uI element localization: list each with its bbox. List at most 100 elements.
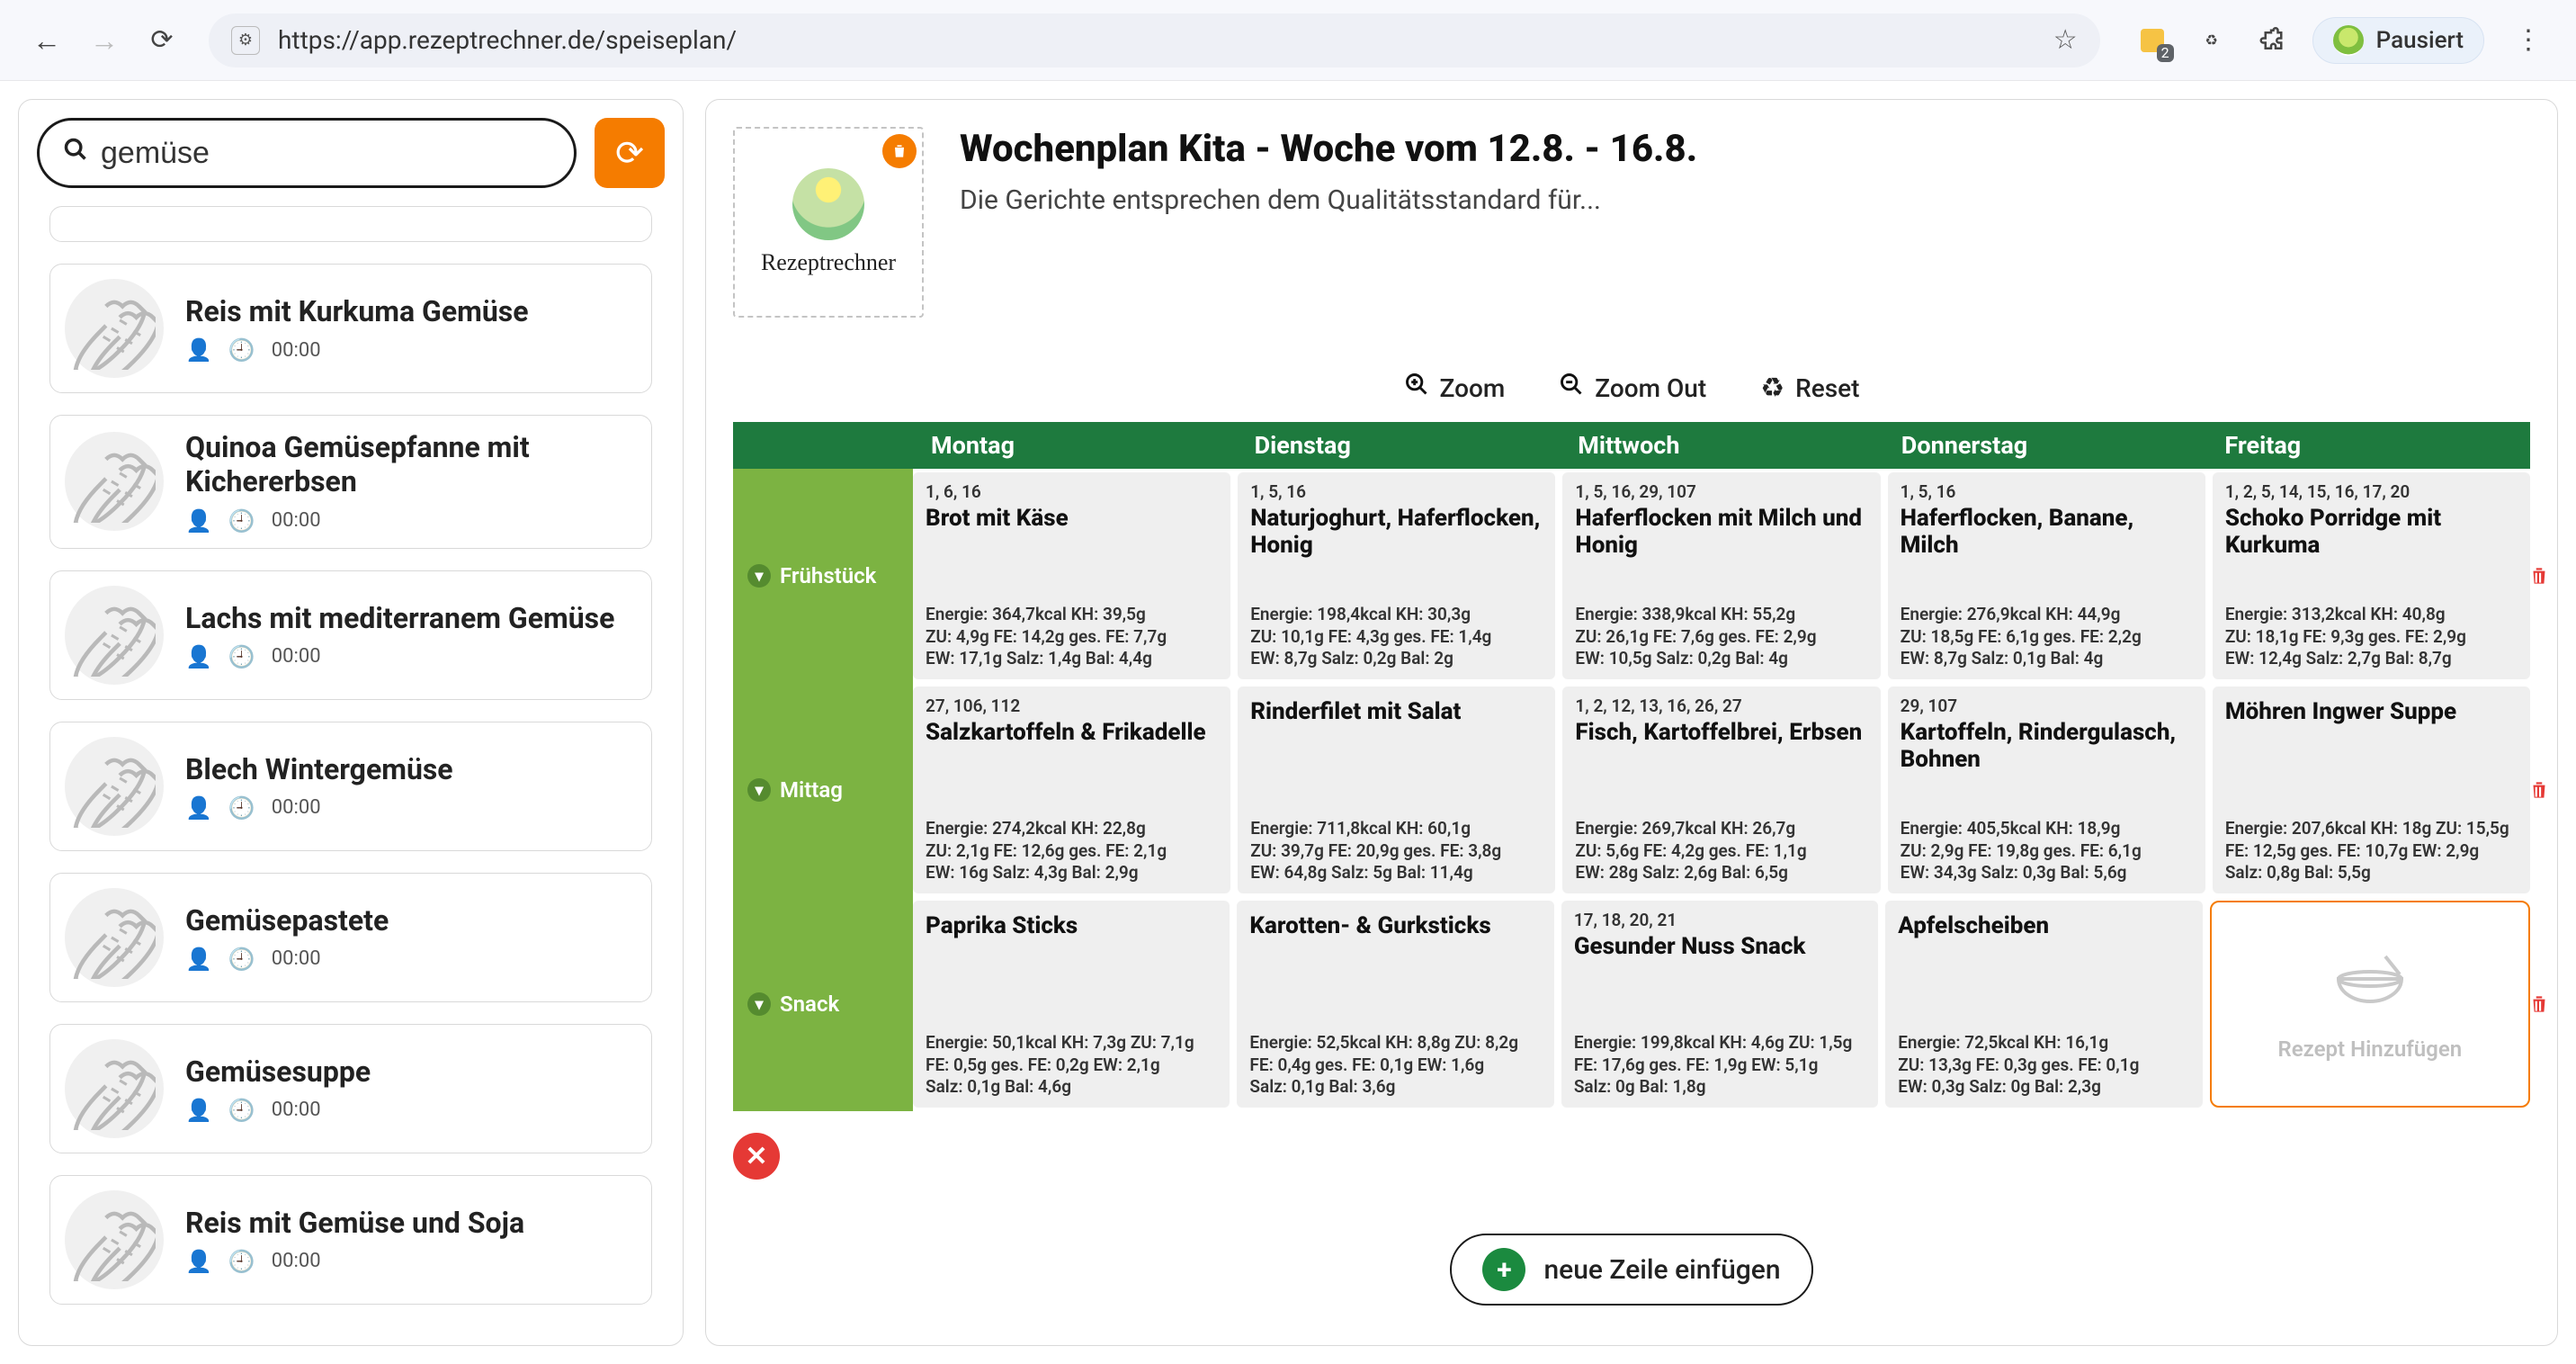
meal-cell[interactable]: 29, 107Kartoffeln, Rindergulasch, Bohnen… bbox=[1888, 686, 2205, 893]
meal-cell[interactable]: Rinderfilet mit Salat Energie: 711,8kcal … bbox=[1238, 686, 1555, 893]
clock-icon: 🕘 bbox=[228, 337, 255, 363]
recipe-thumb-icon bbox=[65, 1190, 164, 1289]
delete-logo-button[interactable] bbox=[882, 134, 917, 168]
nutrition-block: Energie: 711,8kcal KH: 60,1gZU: 39,7g FE… bbox=[1250, 818, 1543, 884]
extensions-icon[interactable] bbox=[2253, 22, 2289, 58]
recipe-card[interactable]: Reis mit Gemüse und Soja👤🕘00:00 bbox=[49, 1175, 652, 1305]
meal-cell[interactable]: 1, 5, 16, 29, 107Haferflocken mit Milch … bbox=[1562, 472, 1880, 679]
plan-subtitle[interactable]: Die Gerichte entsprechen dem Qualitätsst… bbox=[960, 184, 2530, 216]
recipe-card[interactable]: Gemüsepastete👤🕘00:00 bbox=[49, 873, 652, 1002]
delete-row-button[interactable] bbox=[2525, 561, 2554, 590]
site-info-icon[interactable]: ⚙ bbox=[231, 26, 260, 55]
nutrition-block: Energie: 72,5kcal KH: 16,1gZU: 13,3g FE:… bbox=[1898, 1032, 2189, 1099]
dish-name: Paprika Sticks bbox=[926, 913, 1217, 940]
recipe-title: Lachs mit mediterranem Gemüse bbox=[185, 601, 630, 635]
nutrition-block: Energie: 52,5kcal KH: 8,8g ZU: 8,2gFE: 0… bbox=[1249, 1032, 1541, 1099]
recipe-card[interactable]: Gemüsesuppe👤🕘00:00 bbox=[49, 1024, 652, 1153]
meal-cell[interactable]: Paprika SticksEnergie: 50,1kcal KH: 7,3g… bbox=[913, 901, 1230, 1108]
forward-button[interactable]: → bbox=[85, 21, 124, 60]
zoom-out-icon bbox=[1559, 372, 1584, 404]
meal-cell[interactable]: 1, 5, 16 Haferflocken, Banane, Milch Energ… bbox=[1888, 472, 2205, 679]
allergen-codes: 1, 6, 16 bbox=[926, 481, 1218, 502]
search-icon bbox=[63, 137, 88, 169]
chevron-down-icon[interactable]: ▾ bbox=[747, 778, 771, 802]
recipe-list[interactable]: Reis mit Kurkuma Gemüse👤🕘00:00Quinoa Gem… bbox=[37, 206, 665, 1345]
delete-row-button[interactable] bbox=[2525, 776, 2554, 804]
clock-icon: 🕘 bbox=[228, 508, 255, 534]
brand-logo-icon bbox=[792, 168, 864, 240]
meal-cell[interactable]: 17, 18, 20, 21Gesunder Nuss SnackEnergie… bbox=[1561, 901, 1878, 1108]
recipe-time: 00:00 bbox=[272, 796, 321, 819]
recipe-card[interactable]: Lachs mit mediterranem Gemüse👤🕘00:00 bbox=[49, 570, 652, 700]
dish-name: Karotten- & Gurksticks bbox=[1249, 913, 1541, 940]
dish-name: Fisch, Kartoffelbrei, Erbsen bbox=[1575, 720, 1867, 747]
meal-cell[interactable]: Möhren Ingwer SuppeEnergie: 207,6kcal KH… bbox=[2213, 686, 2530, 893]
nutrition-block: Energie: 276,9kcal KH: 44,9gZU: 18,5g FE… bbox=[1901, 604, 2193, 670]
plan-logo-box[interactable]: Rezeptrechner bbox=[733, 127, 924, 318]
person-icon: 👤 bbox=[185, 644, 212, 669]
meal-cell[interactable]: ApfelscheibenEnergie: 72,5kcal KH: 16,1g… bbox=[1885, 901, 2202, 1108]
recipe-meta: 👤🕘00:00 bbox=[185, 1098, 630, 1123]
zoom-in-icon bbox=[1404, 372, 1429, 404]
plan-title[interactable]: Wochenplan Kita - Woche vom 12.8. - 16.8… bbox=[960, 127, 2530, 172]
add-row-button[interactable]: + neue Zeile einfügen bbox=[1450, 1234, 1812, 1306]
chevron-down-icon[interactable]: ▾ bbox=[747, 564, 771, 588]
nutrition-block: Energie: 199,8kcal KH: 4,6g ZU: 1,5gFE: … bbox=[1574, 1032, 1865, 1099]
recipe-card[interactable]: Reis mit Kurkuma Gemüse👤🕘00:00 bbox=[49, 264, 652, 393]
back-button[interactable]: ← bbox=[27, 21, 67, 60]
add-recipe-cell[interactable]: Rezept Hinzufügen bbox=[2210, 901, 2530, 1108]
meal-cell[interactable]: Karotten- & Gurksticks Energie: 52,5kcal … bbox=[1237, 901, 1553, 1108]
nutrition-block: Energie: 338,9kcal KH: 55,2gZU: 26,1g FE… bbox=[1575, 604, 1867, 670]
person-icon: 👤 bbox=[185, 508, 212, 534]
recipe-thumb-icon bbox=[65, 888, 164, 987]
delete-row-button[interactable] bbox=[2525, 990, 2554, 1019]
recipe-card[interactable]: Quinoa Gemüsepfanne mit Kichererbsen👤🕘00… bbox=[49, 415, 652, 549]
plan-row: ▾Mittag27, 106, 112Salzkartoffeln & Frik… bbox=[733, 683, 2530, 897]
reload-button[interactable]: ⟳ bbox=[142, 21, 182, 60]
recipe-time: 00:00 bbox=[272, 1099, 321, 1121]
address-bar[interactable]: ⚙ https://app.rezeptrechner.de/speisepla… bbox=[209, 13, 2100, 67]
recipe-meta: 👤🕘00:00 bbox=[185, 795, 630, 821]
dish-name: Haferflocken, Banane, Milch bbox=[1901, 506, 2193, 560]
row-label[interactable]: ▾Snack bbox=[733, 897, 913, 1111]
search-input[interactable] bbox=[101, 136, 550, 171]
zoom-in-button[interactable]: Zoom bbox=[1404, 372, 1506, 404]
bookmark-icon[interactable]: ☆ bbox=[2053, 24, 2078, 56]
plan-row: ▾SnackPaprika SticksEnergie: 50,1kcal KH… bbox=[733, 897, 2530, 1111]
profile-chip[interactable]: Pausiert bbox=[2312, 17, 2484, 64]
meal-cell[interactable]: 1, 2, 5, 14, 15, 16, 17, 20Schoko Porrid… bbox=[2213, 472, 2530, 679]
allergen-codes: 1, 2, 12, 13, 16, 26, 27 bbox=[1575, 695, 1867, 716]
recipe-meta: 👤🕘00:00 bbox=[185, 508, 630, 534]
dish-name: Rinderfilet mit Salat bbox=[1250, 699, 1543, 726]
chevron-down-icon[interactable]: ▾ bbox=[747, 992, 771, 1016]
recipe-sidebar: ⟳ Reis mit Kurkuma Gemüse👤🕘00:00Quinoa G… bbox=[18, 99, 684, 1346]
plan-grid: MontagDienstagMittwochDonnerstagFreitag … bbox=[733, 422, 2530, 1111]
meal-cell[interactable]: 1, 5, 16Naturjoghurt, Haferflocken, Honi… bbox=[1238, 472, 1555, 679]
browser-menu-button[interactable]: ⋮ bbox=[2508, 24, 2549, 56]
recipe-title: Blech Wintergemüse bbox=[185, 752, 630, 786]
zoom-reset-button[interactable]: ♻ Reset bbox=[1760, 372, 1859, 404]
recipe-card[interactable]: Blech Wintergemüse 👤🕘00:00 bbox=[49, 722, 652, 851]
row-label[interactable]: ▾Frühstück bbox=[733, 469, 913, 683]
meal-cell[interactable]: 1, 6, 16Brot mit KäseEnergie: 364,7kcal … bbox=[913, 472, 1230, 679]
day-header: Mittwoch bbox=[1560, 422, 1883, 469]
refresh-recipes-button[interactable]: ⟳ bbox=[595, 118, 665, 188]
recipe-title: Quinoa Gemüsepfanne mit Kichererbsen bbox=[185, 430, 630, 499]
collections-icon[interactable]: 2 bbox=[2134, 22, 2170, 58]
close-fab[interactable]: ✕ bbox=[733, 1133, 780, 1180]
meal-cell[interactable]: 1, 2, 12, 13, 16, 26, 27 Fisch, Kartoffel… bbox=[1562, 686, 1880, 893]
recycle-icon[interactable]: ♻ bbox=[2194, 22, 2230, 58]
plan-row: ▾Frühstück1, 6, 16Brot mit KäseEnergie: … bbox=[733, 469, 2530, 683]
recipe-time: 00:00 bbox=[272, 1250, 321, 1272]
recipe-thumb-icon bbox=[65, 737, 164, 836]
allergen-codes: 1, 5, 16 bbox=[1901, 481, 2193, 502]
row-label[interactable]: ▾Mittag bbox=[733, 683, 913, 897]
allergen-codes: 1, 5, 16 bbox=[1250, 481, 1543, 502]
recipe-meta: 👤🕘00:00 bbox=[185, 337, 630, 363]
zoom-out-button[interactable]: Zoom Out bbox=[1559, 372, 1706, 404]
url-text: https://app.rezeptrechner.de/speiseplan/ bbox=[278, 25, 737, 55]
recipe-card-partial[interactable] bbox=[49, 206, 652, 242]
person-icon: 👤 bbox=[185, 337, 212, 363]
meal-cell[interactable]: 27, 106, 112Salzkartoffeln & FrikadelleE… bbox=[913, 686, 1230, 893]
clock-icon: 🕘 bbox=[228, 1249, 255, 1274]
